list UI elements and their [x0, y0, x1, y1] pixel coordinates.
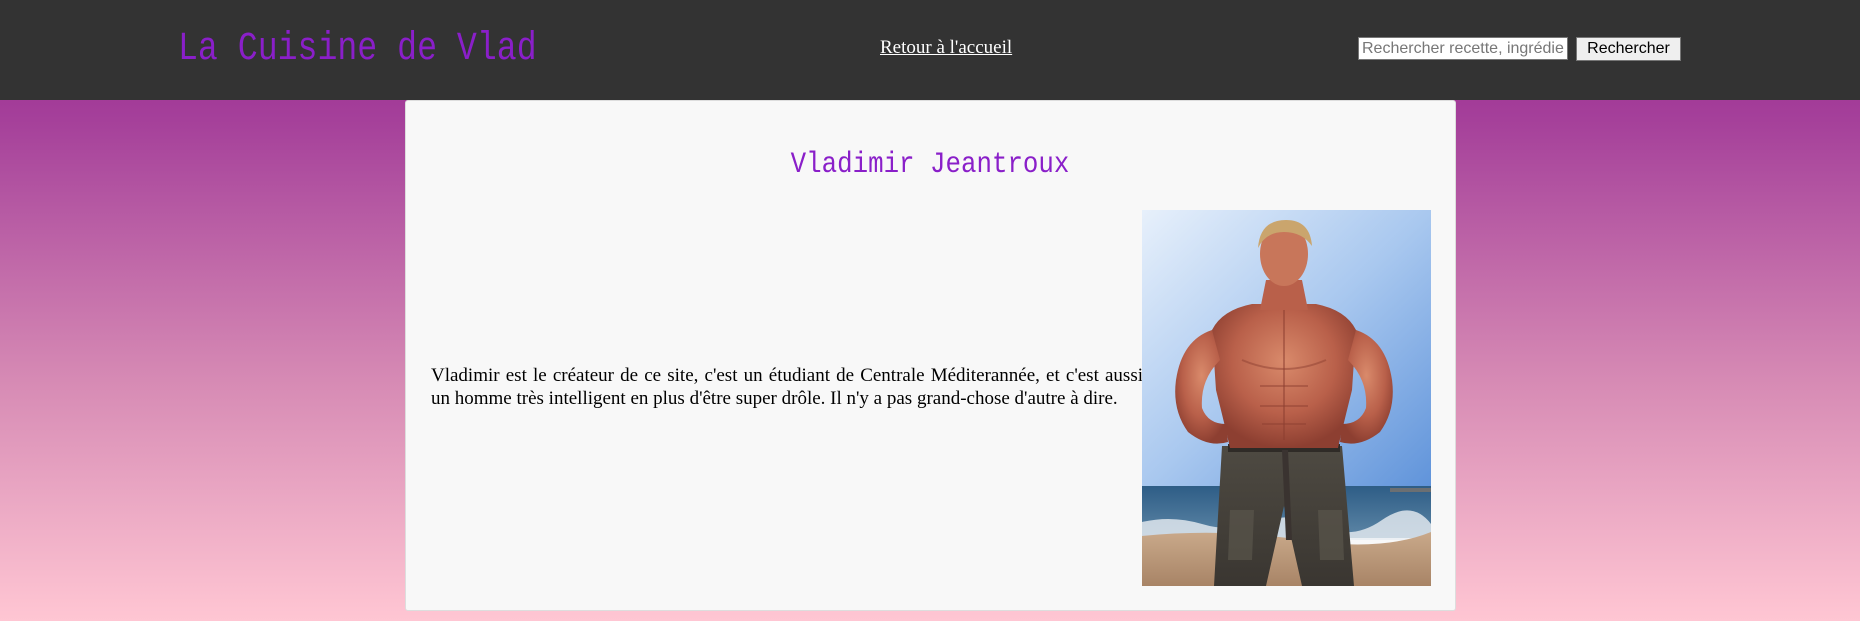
- profile-bio: Vladimir est le créateur de ce site, c'e…: [431, 365, 1143, 409]
- profile-card: Vladimir Jeantroux Vladimir est le créat…: [405, 100, 1456, 611]
- site-header: La Cuisine de Vlad Retour à l'accueil Re…: [0, 0, 1860, 100]
- profile-name: Vladimir Jeantroux: [406, 145, 1455, 185]
- site-logo: La Cuisine de Vlad: [178, 27, 537, 72]
- search-button[interactable]: Rechercher: [1576, 37, 1681, 61]
- profile-name-text: Vladimir Jeantroux: [791, 148, 1070, 182]
- home-link[interactable]: Retour à l'accueil: [880, 37, 1012, 59]
- search-input[interactable]: [1358, 37, 1568, 60]
- photo-illustration: [1142, 210, 1431, 586]
- profile-photo: [1142, 210, 1431, 586]
